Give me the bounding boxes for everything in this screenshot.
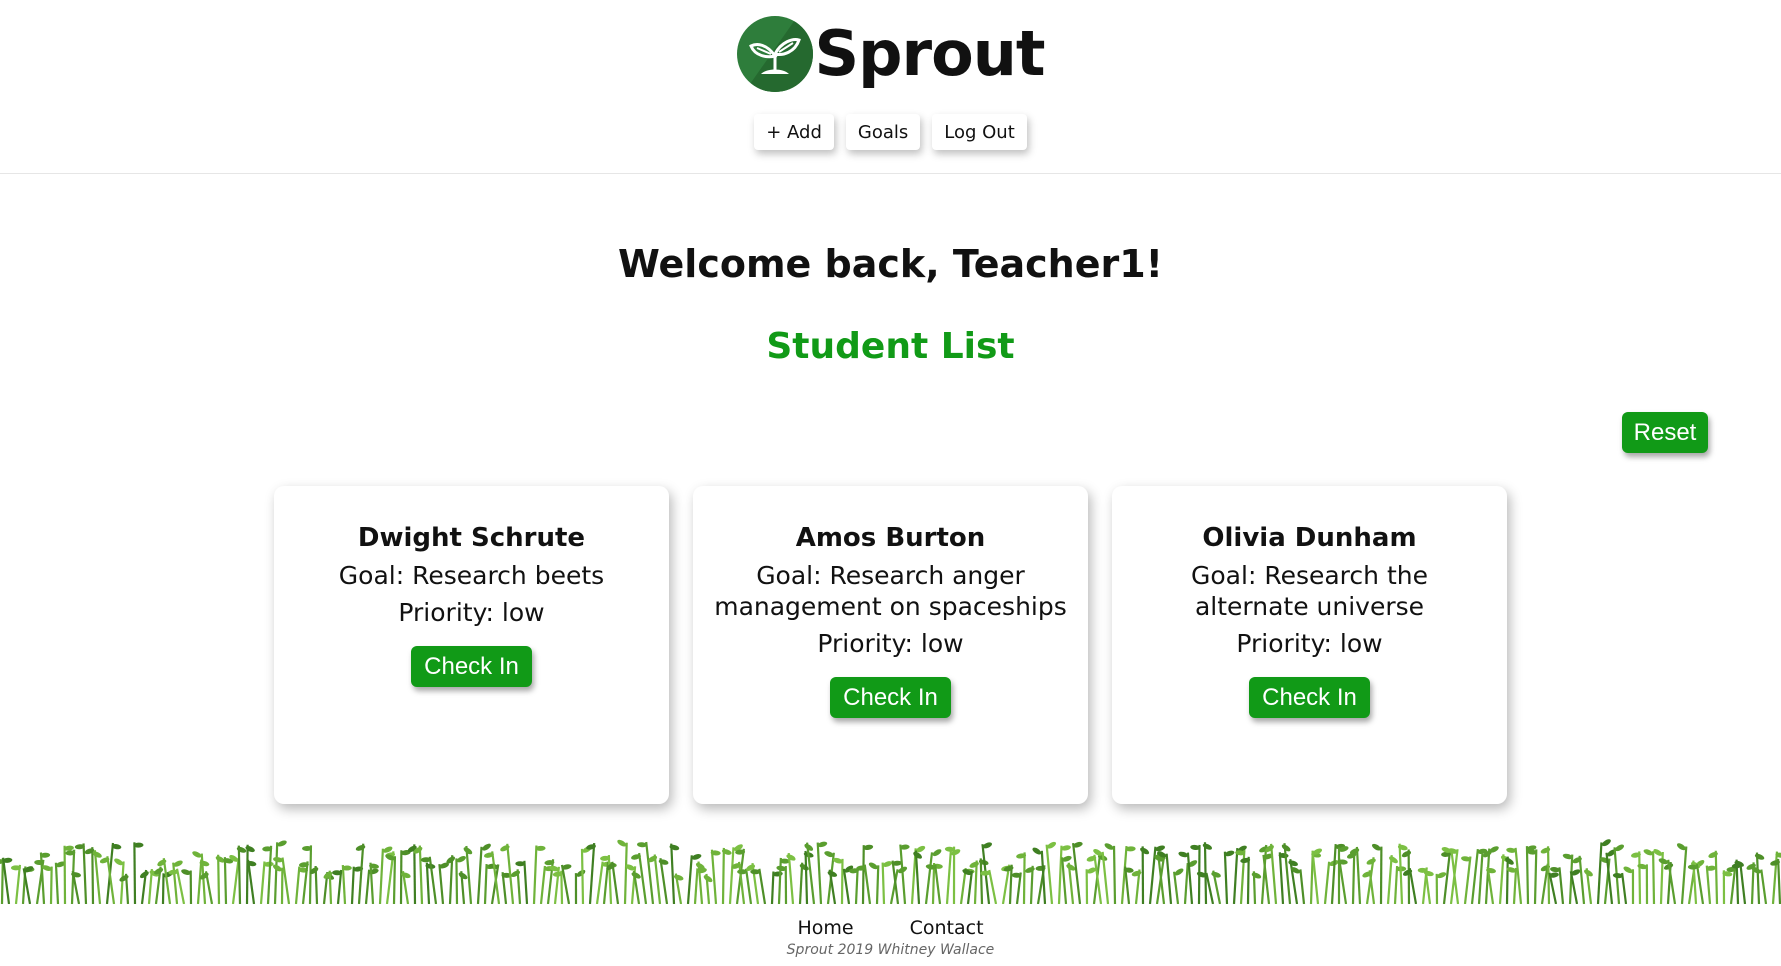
student-list-title: Student List <box>766 326 1015 367</box>
add-button[interactable]: + Add <box>754 114 834 150</box>
goals-button[interactable]: Goals <box>845 114 921 150</box>
student-card: Amos Burton Goal: Research anger managem… <box>693 486 1088 804</box>
check-in-button[interactable]: Check In <box>411 646 532 687</box>
site-header: Sprout + Add Goals Log Out <box>0 0 1781 174</box>
brand-name: Sprout <box>814 17 1046 90</box>
student-goal: Goal: Research beets <box>338 561 605 590</box>
grass-border-decoration <box>0 839 1781 904</box>
student-priority: Priority: low <box>1236 629 1383 658</box>
student-cards: Dwight Schrute Goal: Research beets Prio… <box>274 486 1507 804</box>
reset-button[interactable]: Reset <box>1622 412 1708 453</box>
student-name: Dwight Schrute <box>357 523 586 553</box>
student-priority: Priority: low <box>817 629 964 658</box>
top-nav: + Add Goals Log Out <box>0 114 1781 150</box>
student-card: Olivia Dunham Goal: Research the alterna… <box>1112 486 1507 804</box>
footer-nav: Home Contact <box>0 917 1781 939</box>
sprout-icon <box>736 16 813 92</box>
footer-contact-link[interactable]: Contact <box>910 917 984 939</box>
check-in-button[interactable]: Check In <box>830 677 951 718</box>
student-name: Amos Burton <box>795 523 986 553</box>
student-priority: Priority: low <box>398 598 545 627</box>
welcome-heading: Welcome back, Teacher1! <box>617 242 1164 286</box>
brand[interactable]: Sprout <box>0 16 1781 92</box>
copyright-text: Sprout 2019 Whitney Wallace <box>786 942 995 958</box>
check-in-button[interactable]: Check In <box>1249 677 1370 718</box>
student-card: Dwight Schrute Goal: Research beets Prio… <box>274 486 669 804</box>
student-name: Olivia Dunham <box>1202 523 1417 553</box>
logout-button[interactable]: Log Out <box>932 114 1027 150</box>
student-goal: Goal: Research anger management on space… <box>714 561 1067 621</box>
footer-home-link[interactable]: Home <box>797 917 853 939</box>
student-goal: Goal: Research the alternate universe <box>1191 561 1428 621</box>
